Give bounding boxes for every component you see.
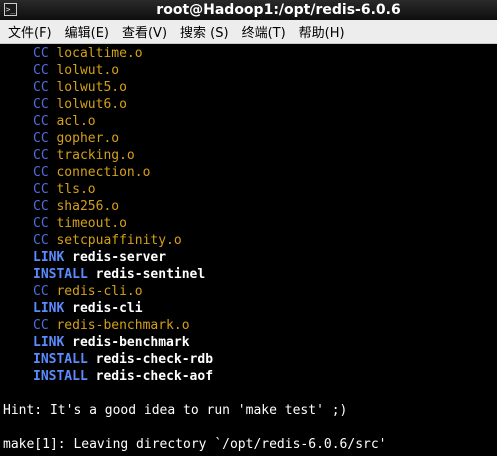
object-file-name: redis-benchmark.o [56, 318, 190, 333]
cc-tag: CC [33, 165, 49, 180]
terminal-line: CC lolwut6.o [0, 96, 497, 113]
terminal-line: INSTALL redis-check-rdb [0, 351, 497, 368]
menu-terminal[interactable]: 终端(T) [234, 22, 286, 41]
terminal-line: CC sha256.o [0, 198, 497, 215]
output-text: make[1]: Leaving directory `/opt/redis-6… [3, 437, 387, 452]
menu-view[interactable]: 查看(V) [114, 22, 167, 41]
terminal-line: INSTALL redis-sentinel [0, 266, 497, 283]
menu-bar: 文件(F) 编辑(E) 查看(V) 搜索 (S) 终端(T) 帮助(H) [0, 20, 497, 44]
object-file-name: lolwut5.o [56, 80, 127, 95]
object-file-name: acl.o [56, 114, 96, 129]
menu-file[interactable]: 文件(F) [0, 22, 52, 41]
object-file-name: tls.o [56, 182, 96, 197]
build-target-name: redis-benchmark [72, 335, 190, 350]
terminal-line: make[1]: Leaving directory `/opt/redis-6… [0, 436, 497, 453]
cc-tag: CC [33, 182, 49, 197]
terminal-line: CC localtime.o [0, 45, 497, 62]
terminal-line: LINK redis-server [0, 249, 497, 266]
link-tag: LINK [33, 301, 65, 316]
cc-tag: CC [33, 80, 49, 95]
terminal-window: >_ root@Hadoop1:/opt/redis-6.0.6 文件(F) 编… [0, 0, 497, 456]
cc-tag: CC [33, 233, 49, 248]
cc-tag: CC [33, 216, 49, 231]
terminal-line: CC lolwut5.o [0, 79, 497, 96]
terminal-line: CC tracking.o [0, 147, 497, 164]
terminal-line: LINK redis-benchmark [0, 334, 497, 351]
cc-tag: CC [33, 148, 49, 163]
object-file-name: setcpuaffinity.o [56, 233, 182, 248]
menu-edit[interactable]: 编辑(E) [57, 22, 109, 41]
terminal-line: CC connection.o [0, 164, 497, 181]
object-file-name: lolwut.o [56, 63, 120, 78]
terminal-output[interactable]: CC localtime.o CC lolwut.o CC lolwut5.o CC … [0, 44, 497, 456]
install-tag: INSTALL [33, 369, 88, 384]
cc-tag: CC [33, 63, 49, 78]
terminal-line: INSTALL redis-check-aof [0, 368, 497, 385]
build-target-name: redis-cli [72, 301, 143, 316]
build-target-name: redis-check-rdb [95, 352, 214, 367]
object-file-name: connection.o [56, 165, 151, 180]
install-tag: INSTALL [33, 352, 88, 367]
install-tag: INSTALL [33, 267, 88, 282]
object-file-name: redis-cli.o [56, 284, 143, 299]
build-target-name: redis-check-aof [95, 369, 214, 384]
link-tag: LINK [33, 335, 65, 350]
cc-tag: CC [33, 131, 49, 146]
object-file-name: tracking.o [56, 148, 135, 163]
terminal-line: CC tls.o [0, 181, 497, 198]
cc-tag: CC [33, 284, 49, 299]
cc-tag: CC [33, 318, 49, 333]
object-file-name: lolwut6.o [56, 97, 127, 112]
object-file-name: gopher.o [56, 131, 120, 146]
terminal-line: CC setcpuaffinity.o [0, 232, 497, 249]
object-file-name: localtime.o [56, 46, 143, 61]
menu-help[interactable]: 帮助(H) [291, 22, 345, 41]
cc-tag: CC [33, 199, 49, 214]
menu-search[interactable]: 搜索 (S) [172, 22, 229, 41]
title-bar[interactable]: >_ root@Hadoop1:/opt/redis-6.0.6 [0, 0, 497, 20]
terminal-line: CC gopher.o [0, 130, 497, 147]
terminal-line: LINK redis-cli [0, 300, 497, 317]
terminal-line: CC timeout.o [0, 215, 497, 232]
terminal-line: CC lolwut.o [0, 62, 497, 79]
output-text: Hint: It's a good idea to run 'make test… [3, 403, 348, 418]
cc-tag: CC [33, 46, 49, 61]
terminal-line: CC acl.o [0, 113, 497, 130]
object-file-name: sha256.o [56, 199, 120, 214]
window-title: root@Hadoop1:/opt/redis-6.0.6 [156, 2, 401, 18]
link-tag: LINK [33, 250, 65, 265]
cc-tag: CC [33, 114, 49, 129]
terminal-line: CC redis-cli.o [0, 283, 497, 300]
terminal-line: CC redis-benchmark.o [0, 317, 497, 334]
build-target-name: redis-server [72, 250, 167, 265]
object-file-name: timeout.o [56, 216, 127, 231]
cc-tag: CC [33, 97, 49, 112]
build-target-name: redis-sentinel [95, 267, 206, 282]
terminal-line: Hint: It's a good idea to run 'make test… [0, 402, 497, 419]
